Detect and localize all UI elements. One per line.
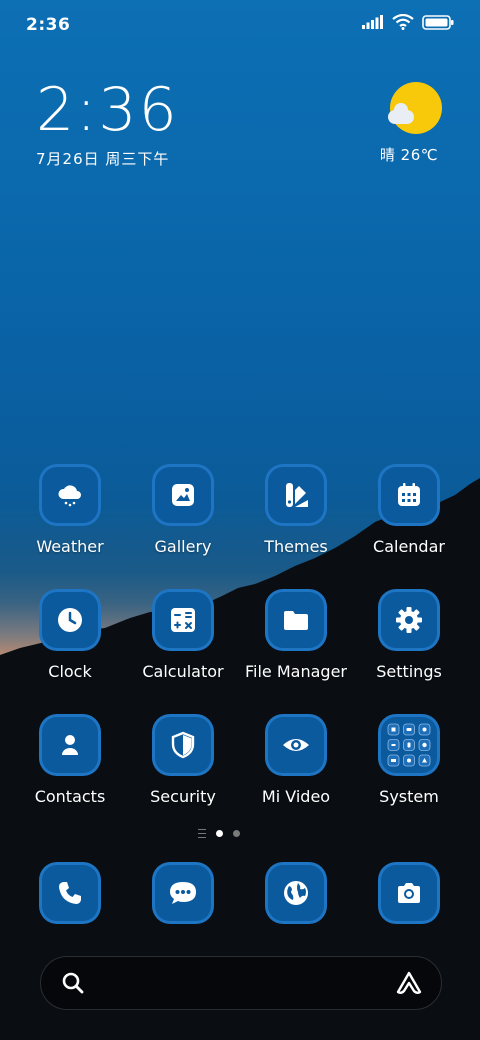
clock-date: 7月26日 周三下午 xyxy=(36,150,170,168)
folder-grid-icon xyxy=(387,723,431,767)
app-calendar[interactable]: Calendar xyxy=(354,464,464,556)
eye-icon xyxy=(283,739,309,751)
status-time: 2:36 xyxy=(26,15,71,35)
weather-text: 晴 26℃ xyxy=(379,146,439,164)
search-icon xyxy=(62,972,84,994)
app-themes[interactable]: Themes xyxy=(241,464,351,556)
dock-messages[interactable] xyxy=(128,862,238,924)
battery-icon xyxy=(422,14,454,30)
sun-cloud-icon xyxy=(388,82,442,134)
folder-icon xyxy=(284,611,308,630)
page-dot xyxy=(233,830,240,837)
dock-browser[interactable] xyxy=(241,862,351,924)
home-screen: 2:36 2:36 7月26日 周三下午 晴 26℃ Weather Galle… xyxy=(0,0,480,1040)
app-label: Contacts xyxy=(34,787,106,806)
clock-icon xyxy=(58,608,82,632)
signal-icon xyxy=(362,15,383,29)
app-file-manager[interactable]: File Manager xyxy=(241,589,351,681)
phone-icon xyxy=(59,882,81,904)
app-label: File Manager xyxy=(245,662,347,681)
app-label: Gallery xyxy=(154,537,212,556)
minus-one-screen-indicator xyxy=(198,829,206,838)
page-dot-active xyxy=(216,830,223,837)
dock-phone[interactable] xyxy=(15,862,125,924)
app-calculator[interactable]: Calculator xyxy=(128,589,238,681)
app-system-folder[interactable]: System xyxy=(354,714,464,806)
status-icons xyxy=(362,14,454,30)
shield-icon xyxy=(171,731,195,759)
app-mi-video[interactable]: Mi Video xyxy=(241,714,351,806)
app-label: Themes xyxy=(264,537,328,556)
app-label: Mi Video xyxy=(261,787,331,806)
app-label: Calculator xyxy=(142,662,224,681)
app-label: Security xyxy=(150,787,216,806)
gear-icon xyxy=(396,607,422,633)
app-contacts[interactable]: Contacts xyxy=(15,714,125,806)
status-bar: 2:36 xyxy=(0,0,480,52)
browser-globe-icon xyxy=(284,881,308,905)
dock-camera[interactable] xyxy=(354,862,464,924)
app-gallery[interactable]: Gallery xyxy=(128,464,238,556)
calendar-icon xyxy=(398,483,420,506)
app-settings[interactable]: Settings xyxy=(354,589,464,681)
app-label: Weather xyxy=(36,537,104,556)
contacts-icon xyxy=(62,735,78,755)
messages-icon xyxy=(170,882,196,904)
weather-snow-icon xyxy=(58,485,81,507)
app-weather[interactable]: Weather xyxy=(15,464,125,556)
app-security[interactable]: Security xyxy=(128,714,238,806)
camera-icon xyxy=(398,883,420,903)
search-bar[interactable] xyxy=(40,956,442,1010)
app-label: System xyxy=(379,787,439,806)
clock-widget[interactable]: 2:36 7月26日 周三下午 xyxy=(36,80,179,169)
calculator-icon xyxy=(171,608,195,632)
wifi-icon xyxy=(392,14,414,30)
app-clock[interactable]: Clock xyxy=(15,589,125,681)
assistant-icon[interactable] xyxy=(395,970,423,996)
themes-icon xyxy=(286,483,308,507)
gallery-icon xyxy=(172,484,194,506)
weather-widget[interactable]: 晴 26℃ xyxy=(374,82,444,165)
clock-time: 2:36 xyxy=(36,75,179,145)
app-label: Settings xyxy=(376,662,442,681)
app-label: Calendar xyxy=(373,537,445,556)
app-label: Clock xyxy=(48,662,92,681)
page-indicator xyxy=(198,829,240,838)
